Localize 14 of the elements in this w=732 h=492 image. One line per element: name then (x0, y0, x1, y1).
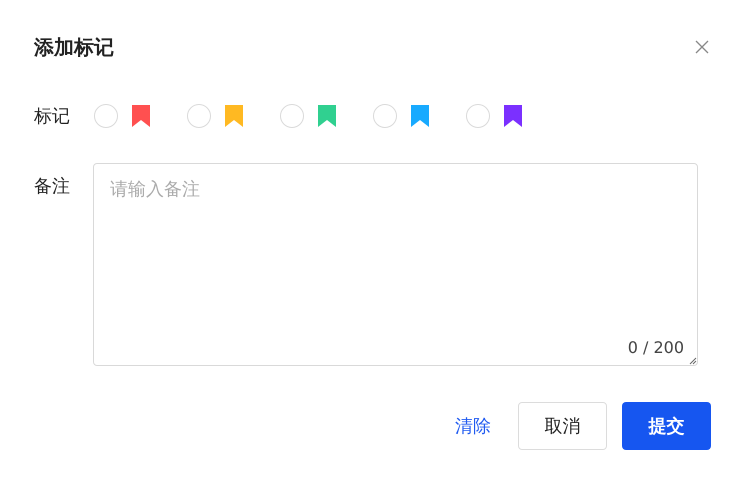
dialog-title: 添加标记 (34, 34, 114, 61)
char-counter: 0 / 200 (628, 337, 684, 359)
clear-link[interactable]: 清除 (443, 402, 503, 450)
radio-button[interactable] (280, 104, 304, 128)
radio-button[interactable] (466, 104, 490, 128)
radio-button[interactable] (373, 104, 397, 128)
marks-label: 标记 (34, 104, 71, 128)
submit-button[interactable]: 提交 (622, 402, 711, 450)
resize-handle-icon[interactable] (689, 357, 697, 365)
radio-button[interactable] (187, 104, 211, 128)
note-label: 备注 (34, 175, 71, 199)
radio-button[interactable] (94, 104, 118, 128)
close-icon[interactable] (694, 39, 710, 55)
cancel-button[interactable]: 取消 (518, 402, 607, 450)
